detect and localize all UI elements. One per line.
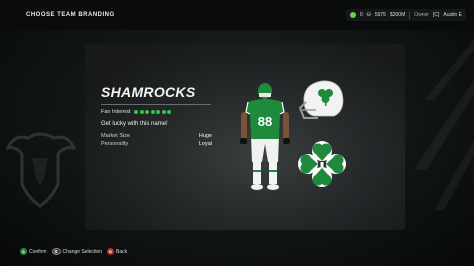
attribute-value: Huge	[198, 133, 212, 139]
change-selection-button[interactable]: ⧉ Change Selection	[51, 248, 102, 255]
coins-value: 5975	[374, 12, 386, 18]
fan-interest-dot	[167, 110, 172, 114]
currency-hud: 0 ⛁ 5975 $200M Owner [C] Austin E	[345, 9, 466, 21]
player-uniform-preview: 88	[240, 83, 290, 190]
shamrock-logo-icon	[298, 141, 346, 187]
fan-interest-dot	[150, 110, 155, 114]
money-value: $200M	[389, 12, 406, 18]
fan-interest-label: Fan Interest	[101, 109, 131, 115]
team-tagline: Get lucky with this name!	[101, 121, 168, 127]
back-label: Back	[116, 248, 128, 255]
fan-interest-dot	[145, 110, 150, 114]
attribute-label: Personality	[101, 141, 129, 147]
coins-icon: ⛁	[366, 12, 371, 18]
attribute-row-personality: Personality Loyal	[101, 141, 212, 147]
confirm-button[interactable]: A Confirm	[20, 248, 47, 255]
attribute-label: Market Size	[101, 133, 131, 139]
attribute-value: Loyal	[198, 141, 212, 147]
jersey-number: 88	[258, 114, 272, 129]
background-pattern	[414, 40, 474, 210]
fan-interest-dot	[139, 110, 144, 114]
b-button-icon: B	[107, 248, 114, 255]
owner-tag: [C]	[432, 12, 440, 18]
fan-interest-row: Fan Interest	[101, 109, 172, 115]
change-selection-label: Change Selection	[62, 248, 102, 255]
helmet-preview	[298, 80, 344, 119]
fan-interest-dot	[134, 110, 139, 114]
screen-title: CHOOSE TEAM BRANDING	[26, 12, 115, 18]
hud-divider	[409, 11, 411, 19]
a-button-icon: A	[20, 248, 27, 255]
fan-interest-dot	[161, 110, 166, 114]
title-divider	[101, 104, 211, 105]
level-icon	[349, 12, 356, 18]
attribute-row-market-size: Market Size Huge	[101, 133, 212, 139]
texans-bull-logo-icon	[5, 132, 76, 208]
back-button[interactable]: B Back	[107, 248, 127, 255]
view-button-icon: ⧉	[51, 248, 61, 255]
top-bar: CHOOSE TEAM BRANDING 0 ⛁ 5975 $200M Owne…	[0, 0, 474, 30]
level-value: 0	[359, 12, 363, 18]
confirm-label: Confirm	[29, 248, 47, 255]
owner-label: Owner	[414, 12, 429, 18]
fan-interest-dot	[156, 110, 161, 114]
owner-name: Austin E	[443, 12, 462, 18]
button-prompts: A Confirm ⧉ Change Selection B Back	[20, 248, 127, 255]
team-name: SHAMROCKS	[101, 84, 196, 100]
fan-interest-meter	[134, 110, 172, 114]
